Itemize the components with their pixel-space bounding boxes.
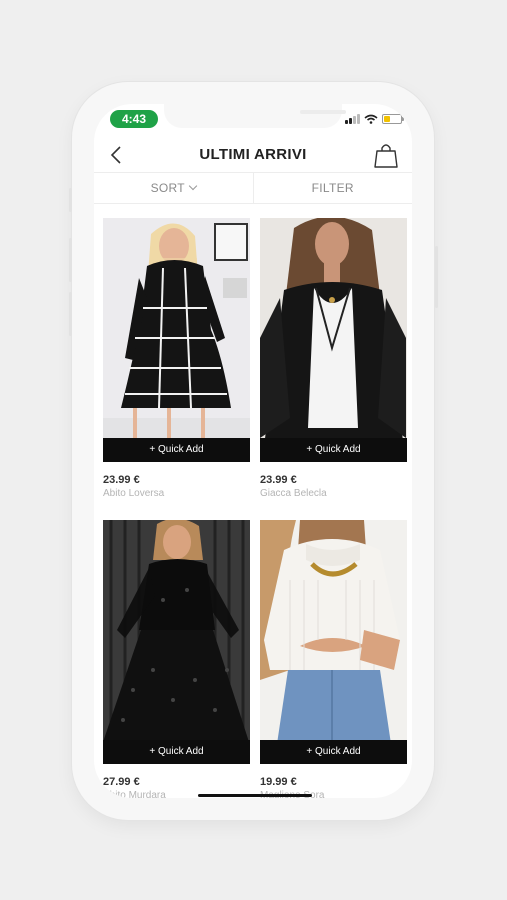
product-name[interactable]: Abito Murdara [103, 790, 166, 798]
status-time: 4:43 [110, 110, 158, 128]
quick-add-button[interactable]: + Quick Add [103, 740, 250, 764]
notch [164, 104, 346, 128]
product-price: 19.99 € [260, 776, 297, 788]
phone-side-button [69, 188, 72, 212]
quick-add-button[interactable]: + Quick Add [103, 438, 250, 462]
filter-button[interactable]: FILTER [252, 173, 413, 203]
phone-side-button [69, 238, 72, 282]
phone-side-button [435, 246, 438, 308]
filter-label: FILTER [311, 181, 354, 195]
product-price: 23.99 € [260, 474, 297, 486]
status-icons [345, 113, 404, 125]
speaker [300, 110, 346, 114]
product-name[interactable]: Abito Loversa [103, 488, 164, 499]
wifi-icon [364, 114, 378, 124]
nav-bar: ULTIMI ARRIVI [94, 138, 412, 172]
home-indicator[interactable] [198, 794, 312, 797]
product-image[interactable] [103, 520, 250, 764]
product-price: 23.99 € [103, 474, 140, 486]
product-name[interactable]: Giacca Belecla [260, 488, 327, 499]
quick-add-button[interactable]: + Quick Add [260, 740, 407, 764]
product-image[interactable] [260, 218, 407, 462]
product-image[interactable] [103, 218, 250, 462]
page-title: ULTIMI ARRIVI [199, 146, 307, 163]
sort-label: SORT [150, 181, 185, 195]
product-image[interactable] [260, 520, 407, 764]
product-price: 27.99 € [103, 776, 140, 788]
phone-side-button [69, 292, 72, 336]
quick-add-button[interactable]: + Quick Add [260, 438, 407, 462]
sort-button[interactable]: SORT [94, 173, 253, 203]
chevron-down-icon [188, 181, 198, 191]
battery-icon [382, 114, 404, 124]
signal-icon [345, 114, 360, 124]
shopping-bag-icon[interactable] [374, 142, 398, 168]
app-screen: 4:43 ULTIMI ARRIVI SORT FILTER + Quick A… [94, 104, 412, 798]
sort-filter-bar: SORT FILTER [94, 172, 412, 204]
